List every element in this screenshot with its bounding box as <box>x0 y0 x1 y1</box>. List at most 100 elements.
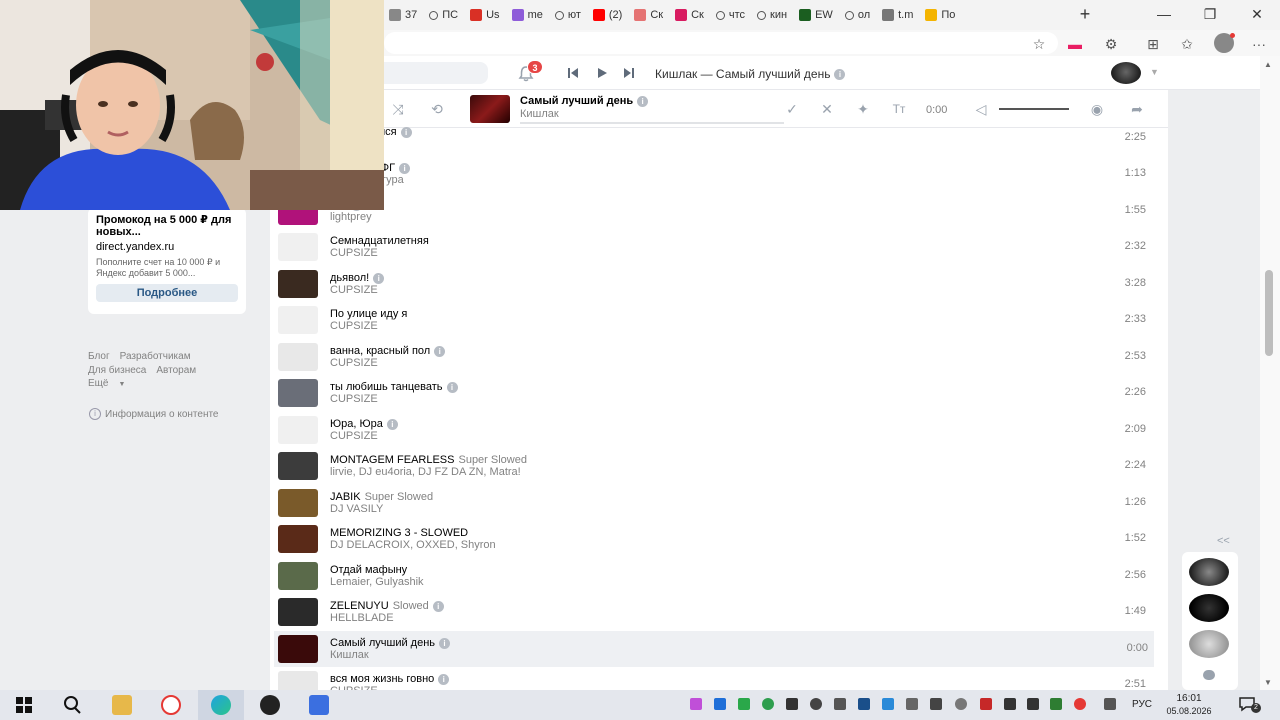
track-row[interactable]: ся, напьемсяi2:25 <box>270 120 1168 156</box>
tray-app-icon[interactable] <box>1004 698 1016 710</box>
yandex-browser-icon[interactable] <box>161 695 181 715</box>
tray-app-icon[interactable] <box>1050 698 1062 710</box>
track-row[interactable]: JABIK Super Slowed DJ VASILY 1:26 <box>270 485 1168 521</box>
steam-icon[interactable] <box>858 698 870 710</box>
browser-tab[interactable]: По <box>920 4 960 26</box>
track-cover-image[interactable] <box>278 306 318 334</box>
browser-tab[interactable]: me <box>507 4 548 26</box>
track-artist[interactable]: Lemaier, Gulyashik <box>330 576 424 588</box>
user-avatar[interactable] <box>1111 62 1141 84</box>
pen-icon[interactable] <box>1104 698 1116 710</box>
search-input[interactable] <box>384 62 488 84</box>
check-icon[interactable]: ✓ <box>782 100 802 118</box>
track-cover-image[interactable] <box>278 598 318 626</box>
menu-icon[interactable]: ··· <box>1250 35 1268 53</box>
browser-tab[interactable]: Ск <box>629 4 668 26</box>
tray-app-icon[interactable] <box>810 698 822 710</box>
windows-start-icon[interactable] <box>14 695 34 715</box>
track-row[interactable]: Юра, Юра i CUPSIZE 2:09 <box>270 412 1168 448</box>
track-artist[interactable]: HELLBLADE <box>330 612 394 624</box>
track-row[interactable]: Л СВОЙ КФГiv feat. халтура1:13 <box>270 156 1168 192</box>
edge-browser-icon[interactable] <box>211 695 231 715</box>
now-playing-header[interactable]: Кишлак — Самый лучший день i <box>655 67 846 81</box>
app-icon[interactable] <box>309 695 329 715</box>
track-cover-image[interactable] <box>278 525 318 553</box>
friend-avatar[interactable] <box>1189 558 1229 586</box>
track-row[interactable]: По улице иду я CUPSIZE 2:33 <box>270 302 1168 338</box>
broadcast-icon[interactable]: ◉ <box>1087 100 1107 118</box>
tray-app-icon[interactable] <box>882 698 894 710</box>
ad-more-button[interactable]: Подробнее <box>96 284 238 302</box>
chat-icon[interactable] <box>1203 670 1215 680</box>
scroll-up-icon[interactable]: ▲ <box>1264 60 1272 69</box>
dislike-icon[interactable]: ✕ <box>817 100 837 118</box>
browser-tab[interactable]: ют <box>550 4 586 26</box>
tray-app-icon[interactable] <box>980 698 992 710</box>
browser-tab[interactable]: t.m <box>877 4 918 26</box>
track-cover-image[interactable] <box>278 635 318 663</box>
tray-app-icon[interactable] <box>834 698 846 710</box>
next-track-icon[interactable] <box>622 66 636 80</box>
tray-app-icon[interactable] <box>738 698 750 710</box>
search-icon[interactable] <box>62 695 82 715</box>
track-artist[interactable]: CUPSIZE <box>330 247 378 259</box>
track-artist[interactable]: lirvie, DJ eu4oria, DJ FZ DA ZN, Matra! <box>330 466 521 478</box>
language-indicator[interactable]: РУС <box>1132 699 1152 710</box>
repeat-icon[interactable]: ⟲ <box>427 100 447 118</box>
track-artist[interactable]: CUPSIZE <box>330 430 378 442</box>
content-info-link[interactable]: i Информация о контенте <box>89 408 219 420</box>
volume-slider[interactable] <box>999 108 1069 110</box>
scroll-down-icon[interactable]: ▼ <box>1264 678 1272 687</box>
extension-icon[interactable]: ▬ <box>1066 35 1084 53</box>
tray-app-icon[interactable] <box>1074 698 1086 710</box>
tray-app-icon[interactable] <box>762 698 774 710</box>
track-row[interactable]: Семнадцатилетняя CUPSIZE 2:32 <box>270 229 1168 265</box>
track-artist[interactable]: CUPSIZE <box>330 393 378 405</box>
split-screen-icon[interactable]: ⊞ <box>1144 35 1162 53</box>
track-row[interactable]: ты любишь танцевать i CUPSIZE 2:26 <box>270 375 1168 411</box>
track-row[interactable]: ванна, красный пол i CUPSIZE 2:53 <box>270 339 1168 375</box>
track-cover-image[interactable] <box>278 562 318 590</box>
restore-button[interactable]: ❐ <box>1202 6 1218 23</box>
track-row[interactable]: Отдай мафыну Lemaier, Gulyashik 2:56 <box>270 558 1168 594</box>
tray-app-icon[interactable] <box>930 698 942 710</box>
track-artist[interactable]: DJ DELACROIX, OXXED, Shyron <box>330 539 496 551</box>
track-artist[interactable]: CUPSIZE <box>330 320 378 332</box>
footer-link-more[interactable]: Ещё <box>88 378 108 389</box>
footer-link-authors[interactable]: Авторам <box>156 365 196 376</box>
track-artist[interactable]: lightprey <box>330 211 372 223</box>
browser-tab[interactable]: кин <box>752 4 792 26</box>
friend-avatar[interactable] <box>1189 594 1229 622</box>
footer-link-developers[interactable]: Разработчикам <box>120 351 191 362</box>
obs-icon[interactable] <box>260 695 280 715</box>
browser-tab[interactable]: ол <box>840 4 875 26</box>
sparkle-icon[interactable]: ✦ <box>853 100 873 118</box>
browser-tab[interactable]: чтс <box>711 4 750 26</box>
tray-app-icon[interactable] <box>714 698 726 710</box>
tray-app-icon[interactable] <box>906 698 918 710</box>
ad-card[interactable]: Промокод на 5 000 ₽ для новых... direct.… <box>88 208 246 314</box>
track-cover-image[interactable] <box>278 379 318 407</box>
lyrics-icon[interactable]: Tт <box>889 100 909 118</box>
page-scrollbar[interactable] <box>1260 56 1280 690</box>
share-icon[interactable]: ➦ <box>1127 100 1147 118</box>
track-row[interactable]: MEMORIZING 3 - SLOWED DJ DELACROIX, OXXED… <box>270 521 1168 557</box>
tray-app-icon[interactable] <box>786 698 798 710</box>
track-artist[interactable]: DJ VASILY <box>330 503 383 515</box>
scrollbar-thumb[interactable] <box>1265 270 1273 356</box>
tray-app-icon[interactable] <box>690 698 702 710</box>
player-track-title[interactable]: Самый лучший день i <box>520 95 649 107</box>
file-explorer-icon[interactable] <box>112 695 132 715</box>
browser-tab[interactable]: EW <box>794 4 838 26</box>
track-artist[interactable]: Кишлак <box>330 649 369 661</box>
volume-icon[interactable]: ◁ <box>971 100 991 118</box>
puzzle-icon[interactable]: ⚙ <box>1102 35 1120 53</box>
track-cover-image[interactable] <box>278 416 318 444</box>
collapse-icon[interactable]: << <box>1217 535 1230 547</box>
track-artist[interactable]: CUPSIZE <box>330 357 378 369</box>
browser-tab[interactable]: (2) <box>588 4 627 26</box>
browser-tab[interactable]: 37 <box>384 4 422 26</box>
player-track-artist[interactable]: Кишлак <box>520 108 559 120</box>
shuffle-icon[interactable]: ⤨ <box>388 100 408 118</box>
chevron-down-icon[interactable]: ▼ <box>1150 67 1159 77</box>
